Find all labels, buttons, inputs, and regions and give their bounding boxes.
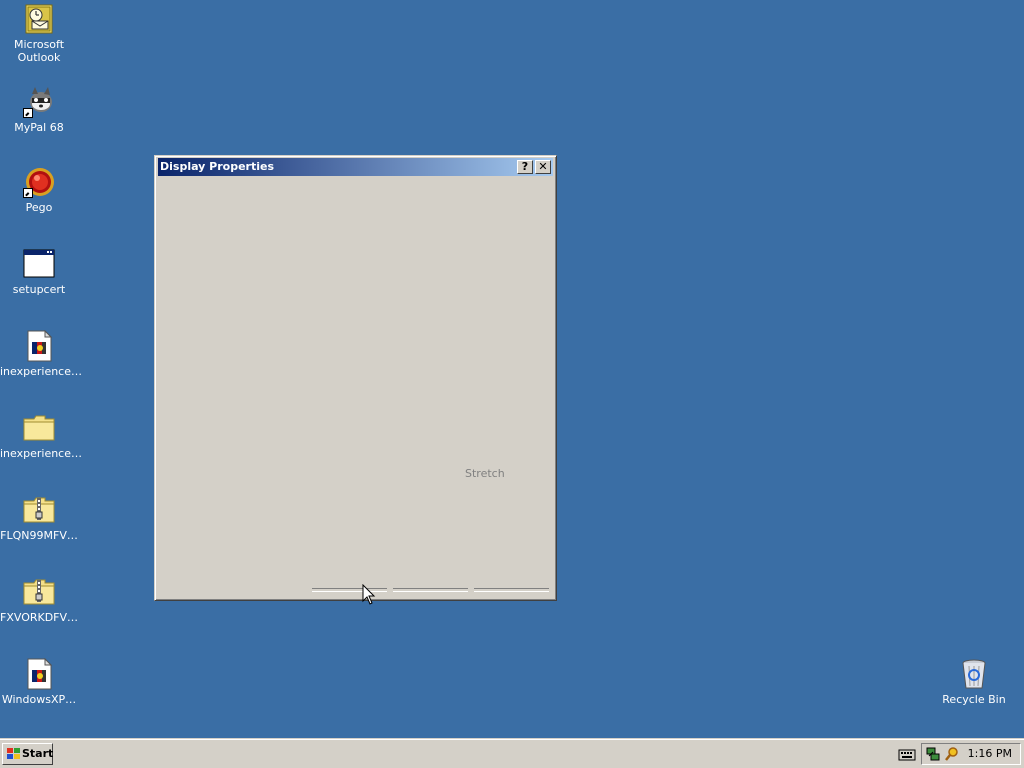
desktop-icon-label: MyPal 68 [14, 121, 64, 134]
desktop-icon-recycle-bin[interactable]: Recycle Bin [935, 658, 1013, 706]
zip-folder-icon [23, 494, 55, 526]
search-icon[interactable] [944, 746, 960, 762]
media-file-icon [23, 329, 55, 362]
desktop-icon-label: Microsoft [13, 38, 65, 51]
desktop-icon-inexperience-folder[interactable]: inexperience… [0, 412, 82, 460]
pego-icon [23, 166, 55, 198]
help-icon: ? [521, 160, 529, 173]
keyboard-icon[interactable] [898, 746, 916, 762]
desktop-icon-pego[interactable]: Pego [0, 166, 78, 214]
start-label: Start [22, 747, 54, 760]
shortcut-arrow-icon [23, 108, 33, 118]
desktop-icon-label: Pego [25, 201, 53, 214]
outlook-icon [23, 3, 55, 35]
apply-button-placeholder[interactable] [474, 588, 549, 592]
help-button[interactable]: ? [517, 160, 533, 174]
media-file-icon [23, 657, 55, 690]
desktop-icon-flqn99mfv[interactable]: FLQN99MFV… [0, 494, 78, 542]
desktop-icon-label: setupcert [12, 283, 66, 296]
application-window-icon [23, 248, 55, 280]
shortcut-arrow-icon [23, 188, 33, 198]
desktop-icon-label: inexperience… [0, 365, 82, 378]
start-button[interactable]: Start [2, 743, 53, 765]
taskbar: Start 1:16 PM [0, 738, 1024, 768]
display-properties-dialog: Display Properties ? ✕ Stretch [154, 155, 557, 601]
desktop-icon-inexperience-media[interactable]: inexperience… [0, 329, 82, 378]
desktop-icon-label: WindowsXP… [1, 693, 77, 706]
zip-folder-icon [23, 576, 55, 608]
dialog-titlebar[interactable]: Display Properties ? ✕ [158, 158, 553, 176]
network-icon[interactable] [925, 746, 941, 762]
close-button[interactable]: ✕ [535, 160, 551, 174]
desktop-icon-setupcert[interactable]: setupcert [0, 248, 78, 296]
recycle-bin-icon [958, 658, 990, 690]
desktop-icon-fxvorkdfv[interactable]: FXVORKDFV… [0, 576, 78, 624]
desktop-icon-label: FLQN99MFV… [0, 529, 78, 542]
desktop-icon-outlook[interactable]: Microsoft Outlook [0, 3, 78, 64]
mouse-cursor-icon [362, 584, 376, 605]
desktop-icon-label: Outlook [17, 51, 61, 64]
stretch-label: Stretch [465, 467, 505, 480]
close-icon: ✕ [538, 160, 548, 173]
dialog-title: Display Properties [160, 160, 275, 173]
system-tray: 1:16 PM [921, 743, 1021, 765]
desktop-icon-label: inexperience… [0, 447, 82, 460]
desktop-icon-label: Recycle Bin [942, 693, 1006, 706]
folder-icon [23, 412, 55, 444]
desktop-icon-mypal[interactable]: MyPal 68 [0, 86, 78, 134]
cancel-button-placeholder[interactable] [393, 588, 468, 592]
windows-logo-icon [7, 748, 20, 759]
clock[interactable]: 1:16 PM [968, 747, 1012, 760]
raccoon-icon [23, 86, 55, 118]
desktop-icon-label: FXVORKDFV… [0, 611, 79, 624]
desktop-icon-windowsxp[interactable]: WindowsXP… [0, 657, 78, 706]
